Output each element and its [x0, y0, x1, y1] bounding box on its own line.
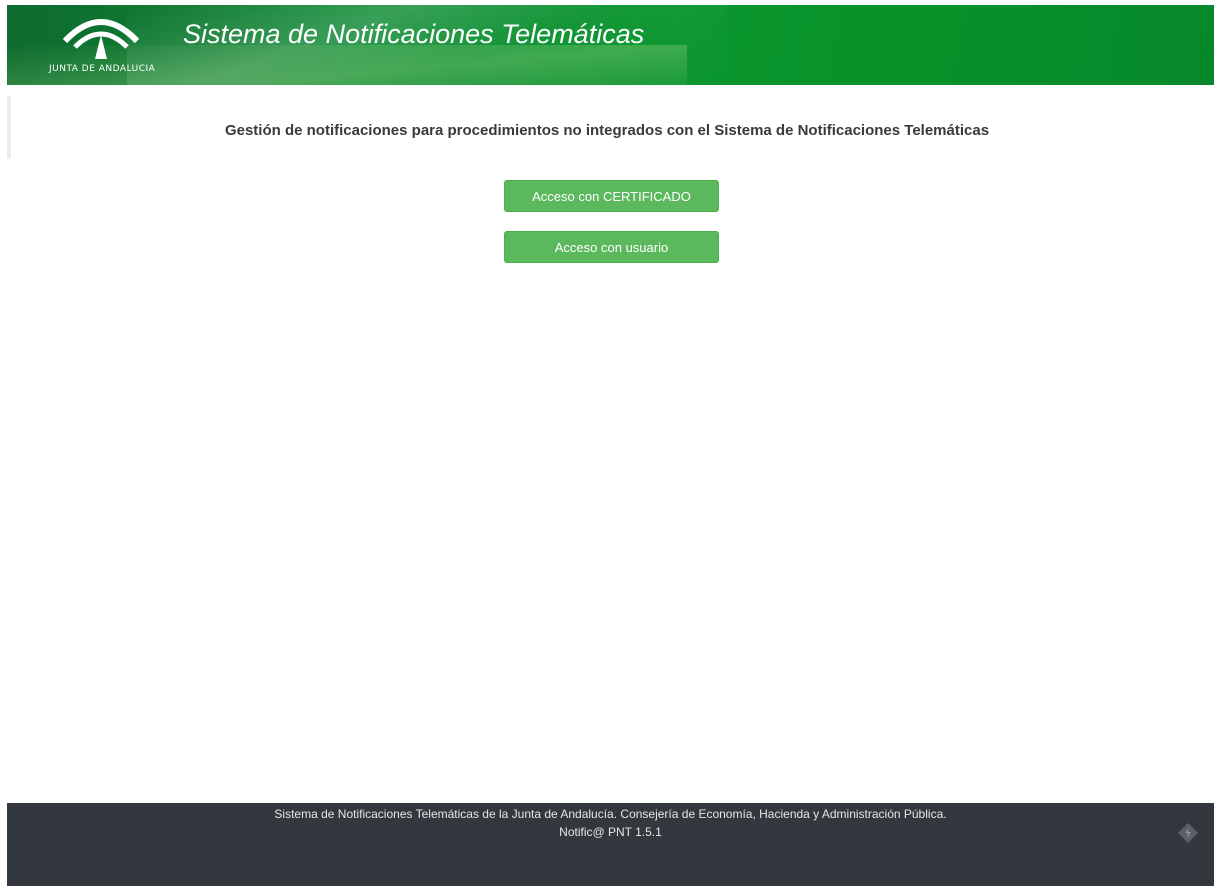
page-footer: Sistema de Notificaciones Telemáticas de… [7, 803, 1214, 886]
diamond-badge-icon[interactable] [1177, 822, 1199, 844]
app-header: JUNTA DE ANDALUCIA Sistema de Notificaci… [7, 5, 1214, 85]
junta-arches-icon [62, 19, 140, 59]
user-access-button[interactable]: Acceso con usuario [504, 231, 719, 263]
logo-text: JUNTA DE ANDALUCIA [49, 64, 156, 74]
certificate-access-button[interactable]: Acceso con CERTIFICADO [504, 180, 719, 212]
footer-credits: Sistema de Notificaciones Telemáticas de… [274, 807, 947, 821]
page-subtitle: Gestión de notificaciones para procedimi… [224, 122, 990, 139]
junta-logo[interactable]: JUNTA DE ANDALUCIA [37, 7, 167, 83]
app-title: Sistema de Notificaciones Telemáticas [183, 19, 645, 49]
footer-version: Notific@ PNT 1.5.1 [559, 825, 662, 839]
